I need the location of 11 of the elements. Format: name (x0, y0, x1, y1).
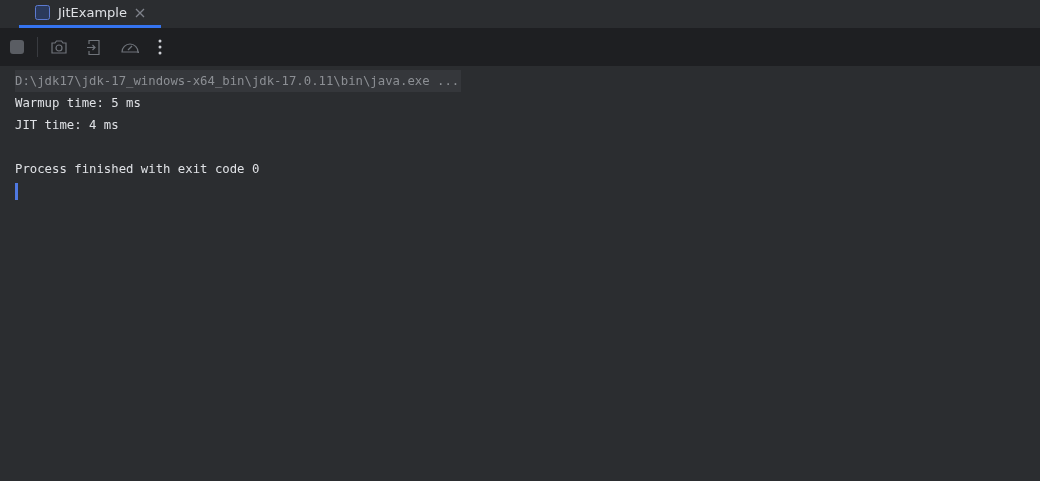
output-line: Warmup time: 5 ms (15, 96, 141, 110)
output-line: JIT time: 4 ms (15, 118, 119, 132)
more-icon[interactable] (158, 39, 162, 55)
stop-icon[interactable] (9, 39, 25, 55)
login-icon[interactable] (86, 38, 102, 56)
tab-label: JitExample (58, 5, 127, 20)
camera-icon[interactable] (50, 39, 68, 55)
output-line: Process finished with exit code 0 (15, 162, 260, 176)
command-line: D:\jdk17\jdk-17_windows-x64_bin\jdk-17.0.11\bin\java.exe ... (15, 74, 460, 88)
window-icon (35, 5, 50, 20)
close-icon[interactable] (134, 7, 145, 18)
